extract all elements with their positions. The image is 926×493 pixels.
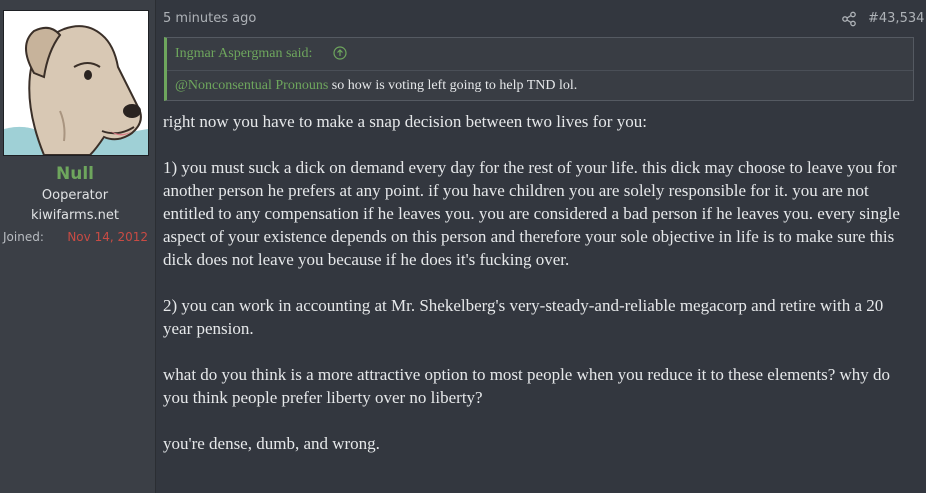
arrow-up-circle-icon[interactable]: [333, 46, 347, 60]
forum-post: Null Ooperator kiwifarms.net Joined: Nov…: [0, 0, 926, 493]
joined-label: Joined:: [3, 230, 44, 244]
post-paragraph: you're dense, dumb, and wrong.: [163, 434, 380, 453]
quote-block: Ingmar Aspergman said: @Nonconsentual Pr…: [164, 37, 914, 101]
user-mention-link[interactable]: @Nonconsentual Pronouns: [175, 78, 328, 93]
post-number-link[interactable]: #43,534: [868, 11, 924, 26]
joined-date: Nov 14, 2012: [67, 230, 148, 244]
post-paragraph: 2) you can work in accounting at Mr. She…: [163, 296, 884, 338]
post-paragraph: 1) you must suck a dick on demand every …: [163, 158, 900, 269]
quote-header: Ingmar Aspergman said:: [167, 38, 913, 71]
user-avatar[interactable]: [3, 10, 149, 156]
user-site: kiwifarms.net: [31, 208, 119, 223]
post-paragraph: what do you think is a more attractive o…: [163, 365, 891, 407]
dog-avatar-image: [4, 11, 148, 155]
post-main: 5 minutes ago #43,534 Ingmar Aspergman s…: [163, 0, 924, 493]
post-timestamp[interactable]: 5 minutes ago: [163, 11, 256, 26]
post-paragraph: right now you have to make a snap decisi…: [163, 112, 647, 131]
username[interactable]: Null: [0, 164, 150, 184]
post-body: right now you have to make a snap decisi…: [163, 110, 915, 478]
quote-author-link[interactable]: Ingmar Aspergman said:: [175, 46, 312, 62]
quote-content: @Nonconsentual Pronouns so how is voting…: [175, 78, 577, 94]
user-info-panel: Null Ooperator kiwifarms.net Joined: Nov…: [0, 0, 156, 493]
user-title: Ooperator: [41, 188, 109, 203]
share-icon[interactable]: [841, 11, 857, 27]
quote-text: so how is voting left going to help TND …: [328, 78, 578, 93]
